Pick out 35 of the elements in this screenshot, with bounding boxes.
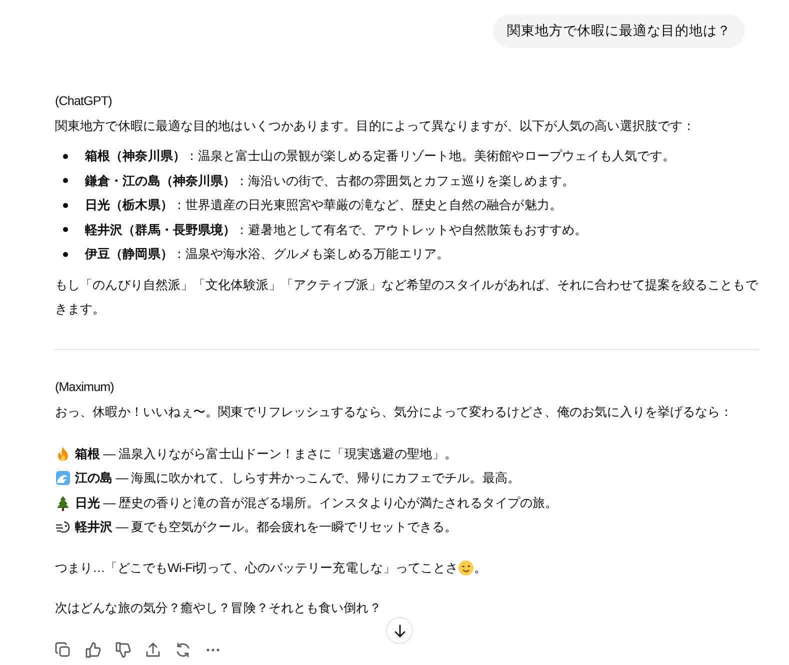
- thumbs-down-icon[interactable]: [115, 642, 131, 658]
- response-paragraph: つまり…「どこでもWi-Fi切って、心のバッテリー充電しな」ってことさ: [55, 560, 458, 576]
- tree-icon: [55, 494, 71, 511]
- bullet: [63, 178, 68, 184]
- author-label: (Maximum): [55, 378, 115, 396]
- user-message: 関東地方で休暇に最適な目的地は？: [493, 14, 745, 48]
- list-item-text: 日光 — 歴史の香りと滝の音が混ざる場所。インスタより心が満たされるタイプの旅。: [75, 494, 558, 512]
- list-item-text: 鎌倉・江の島（神奈川県）：海沿いの街で、古都の雰囲気とカフェ巡りを楽しめます。: [85, 172, 574, 190]
- scroll-down-button[interactable]: [386, 617, 413, 644]
- regenerate-icon[interactable]: [175, 642, 191, 658]
- arrow-down-icon: [392, 624, 406, 638]
- bullet: [63, 227, 68, 232]
- list-item-text: 江の島 — 海風に吹かれて、しらす丼かっこんで、帰りにカフェでチル。最高。: [75, 470, 520, 487]
- response-paragraph: おっ、休暇か！いいねぇ〜。関東でリフレッシュするなら、気分によって変わるけどさ、俺のお気に入りを挙げるなら：: [55, 404, 734, 420]
- response-paragraph: 関東地方で休暇に最適な目的地はいくつかあります。目的によって異なりますが、以下が人気の高い選択肢です：: [55, 118, 696, 135]
- list-item-text: 箱根 — 温泉入りながら富士山ドーン！まさに「現実逃避の聖地」。: [75, 446, 458, 462]
- list-item-text: 軽井沢 — 夏でも空気がクール。都会疲れを一瞬でリセットできる。: [75, 519, 458, 536]
- bullet: [63, 202, 68, 208]
- wave-icon: [55, 470, 71, 486]
- thumbs-up-icon[interactable]: [85, 642, 101, 658]
- response-paragraph: 次はどんな旅の気分？癒やし？冒険？それとも食い倒れ？: [55, 600, 382, 616]
- bullet: [63, 252, 68, 257]
- list-item-text: 箱根（神奈川県）：温泉と富士山の景観が楽しめる定番リゾート地。美術館やロープウェイも人気です。: [85, 148, 675, 165]
- fire-icon: [55, 446, 71, 462]
- list-item-text: 伊豆（静岡県）：温泉や海水浴、グルメも楽しめる万能エリア。: [85, 246, 449, 263]
- list-item-text: 軽井沢（群馬・長野県境）：避暑地として有名で、アウトレットや自然散策もおすすめ。: [85, 222, 588, 238]
- punctuation: 。: [474, 560, 487, 576]
- list-item-text: 日光（栃木県）：世界遺産の日光東照宮や華厳の滝など、歴史と自然の融合が魅力。: [85, 197, 562, 214]
- share-icon[interactable]: [145, 642, 161, 658]
- response-paragraph: もし「のんびり自然派」「文化体験派」「アクティブ派」など希望のスタイルがあれば、それに合わせて提案を絞ることもできます。: [55, 276, 759, 318]
- wind-face-icon: [55, 519, 71, 536]
- copy-icon[interactable]: [55, 642, 71, 658]
- bullet: [63, 154, 68, 159]
- winking-face-icon: [458, 560, 474, 576]
- author-label: (ChatGPT): [55, 93, 113, 110]
